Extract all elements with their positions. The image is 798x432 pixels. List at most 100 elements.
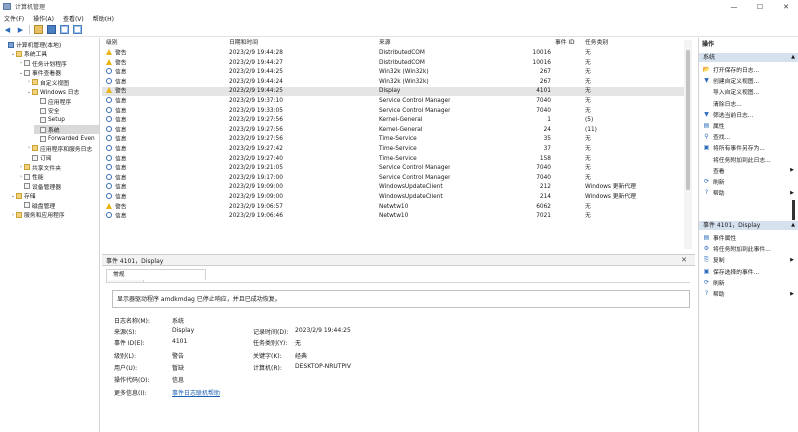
event-level: 信息 [106, 145, 127, 154]
event-level: 信息 [106, 125, 127, 135]
action-item[interactable]: 将任务附加到此日志... [699, 154, 798, 165]
scrollbar-thumb[interactable] [686, 50, 690, 190]
action-item[interactable]: 查看 ▶ [699, 165, 798, 176]
action-item[interactable]: ▣ 将所有事件另存为... [699, 142, 798, 153]
tree-item[interactable]: 安全 [34, 106, 99, 115]
maximize-button[interactable]: ☐ [748, 0, 772, 13]
event-row[interactable]: 信息 2023/2/9 19:33:05 Service Control Manag… [102, 106, 684, 116]
tree-item[interactable]: 系统 [34, 125, 99, 135]
tree-item[interactable]: 订阅 [26, 153, 99, 162]
column-header-task-category[interactable]: 任务类别 [585, 38, 608, 48]
action-item[interactable]: ▼ 筛选当前日志... [699, 109, 798, 120]
event-row[interactable]: 信息 2023/2/9 19:21:05 Service Control Manag… [102, 164, 684, 173]
column-header-datetime[interactable]: 日期和时间 [229, 38, 258, 48]
action-item[interactable]: ? 帮助 ▶ [699, 288, 798, 299]
event-id: 158 [539, 155, 551, 162]
action-item[interactable]: ▼ 创建自定义视图... [699, 75, 798, 86]
event-category: 无 [585, 203, 591, 210]
menu-file[interactable]: 文件(F) [4, 14, 24, 23]
tree-item[interactable]: 设备管理器 [18, 182, 99, 191]
event-row[interactable]: 信息 2023/2/9 19:27:56 Time-Service 35 无 [102, 135, 684, 144]
tree-item[interactable]: ⌄ 系统工具 [10, 49, 99, 58]
action-label: 清除日志... [713, 101, 742, 108]
event-row[interactable]: 信息 2023/2/9 19:37:10 Service Control Manag… [102, 97, 684, 106]
event-row[interactable]: 信息 2023/2/9 19:06:46 Netwtw10 7021 无 [102, 212, 684, 221]
info-icon [106, 193, 112, 199]
close-detail-icon[interactable]: ✕ [681, 256, 687, 264]
tree-item-label: 存储 [24, 194, 36, 201]
action-item[interactable]: ⟳ 刷新 [699, 277, 798, 288]
collapse-up-icon[interactable]: ▲ [791, 53, 795, 62]
tab-general[interactable]: 常规 [106, 269, 206, 280]
event-row[interactable]: 信息 2023/2/9 19:27:42 Time-Service 37 无 [102, 145, 684, 154]
help-pane-icon[interactable] [60, 25, 69, 34]
event-row[interactable]: 警告 2023/2/9 19:44:28 DistributedCOM 10016 无 [102, 49, 684, 58]
event-list: 级别 日期和时间 来源 事件 ID 任务类别 警告 2023/2/9 19:44:… [102, 38, 695, 251]
action-item[interactable]: 导入自定义视图... [699, 86, 798, 97]
tree-item[interactable]: Forwarded Even [34, 135, 99, 144]
action-item[interactable]: ⚲ 查找... [699, 131, 798, 142]
pane-resize-handle[interactable] [792, 200, 795, 220]
tree-item[interactable]: › 性能 [18, 172, 99, 181]
collapse-up-icon[interactable]: ▲ [791, 221, 795, 230]
event-row[interactable]: 信息 2023/2/9 19:17:00 Service Control Manag… [102, 173, 684, 183]
action-label: 导入自定义视图... [713, 90, 760, 97]
warning-icon [106, 87, 112, 94]
minimize-button[interactable]: — [722, 0, 746, 13]
warning-icon [106, 202, 112, 209]
actions-section-system[interactable]: 系统 ▲ [699, 53, 798, 62]
event-row[interactable]: 信息 2023/2/9 19:27:56 Kernel-General 24 (11) [102, 125, 684, 135]
action-item[interactable]: ▤ 属性 [699, 120, 798, 131]
tree-item[interactable]: ⌄ 存储 [10, 191, 99, 201]
show-action-pane-icon[interactable] [73, 25, 82, 34]
tree-item[interactable]: 应用程序 [34, 97, 99, 106]
event-row[interactable]: 警告 2023/2/9 19:44:25 Display 4101 无 [102, 87, 684, 97]
event-row[interactable]: 警告 2023/2/9 19:44:27 DistributedCOM 10016 无 [102, 58, 684, 68]
forward-arrow-icon[interactable]: ▶ [16, 25, 25, 34]
up-folder-icon[interactable] [34, 25, 43, 34]
tree-item[interactable]: 磁盘管理 [18, 201, 99, 210]
event-level-label: 信息 [115, 98, 127, 105]
event-list-scrollbar[interactable] [684, 40, 692, 249]
event-row[interactable]: 信息 2023/2/9 19:27:40 Time-Service 158 无 [102, 154, 684, 164]
show-hide-tree-icon[interactable] [47, 25, 56, 34]
action-item[interactable]: ▤ 事件属性 [699, 232, 798, 243]
column-header-level[interactable]: 级别 [106, 38, 118, 48]
tree-item[interactable]: 计算机管理(本地) [2, 40, 99, 49]
action-item[interactable]: 清除日志... [699, 98, 798, 109]
tree-item[interactable]: › 任务计划程序 [18, 59, 99, 68]
column-header-event-id[interactable]: 事件 ID [555, 38, 575, 48]
event-id: 212 [539, 184, 551, 191]
action-item[interactable]: ⚙ 将任务附加到此事件... [699, 243, 798, 254]
action-item[interactable]: ⟳ 刷新 [699, 176, 798, 187]
action-item[interactable]: ⎘ 复制 ▶ [699, 254, 798, 265]
event-log-online-help-link[interactable]: 事件日志联机帮助 [172, 388, 220, 397]
tree-item[interactable]: ⌄ 事件查看器 [18, 68, 99, 77]
event-id: 267 [539, 69, 551, 76]
action-item[interactable]: ? 帮助 ▶ [699, 187, 798, 198]
tree-item[interactable]: › 共享文件夹 [18, 163, 99, 172]
tree-item[interactable]: › 自定义视图 [26, 78, 99, 87]
event-row[interactable]: 信息 2023/2/9 19:44:24 Win32k (Win32k) 267 无 [102, 77, 684, 87]
event-level-label: 信息 [115, 213, 127, 220]
tree-item[interactable]: ⌄ Windows 日志 [26, 87, 99, 96]
tree-item[interactable]: › 应用程序和服务日志 [26, 144, 99, 153]
column-header-source[interactable]: 来源 [379, 38, 391, 48]
event-row[interactable]: 信息 2023/2/9 19:09:00 WindowsUpdateClient 21… [102, 193, 684, 202]
event-row[interactable]: 警告 2023/2/9 19:06:57 Netwtw10 6062 无 [102, 202, 684, 212]
action-item[interactable]: 📂 打开保存的日志... [699, 64, 798, 75]
menu-view[interactable]: 查看(V) [63, 14, 84, 23]
log-icon [40, 136, 46, 142]
menu-help[interactable]: 帮助(H) [93, 14, 114, 23]
menu-action[interactable]: 操作(A) [33, 14, 54, 23]
close-button[interactable]: ✕ [774, 0, 798, 13]
action-item[interactable]: ▣ 保存选择的事件... [699, 266, 798, 277]
log-icon [24, 202, 30, 209]
tree-item[interactable]: Setup [34, 116, 99, 125]
event-row[interactable]: 信息 2023/2/9 19:27:56 Kernel-General 1 (5) [102, 116, 684, 125]
event-row[interactable]: 信息 2023/2/9 19:44:25 Win32k (Win32k) 267 无 [102, 68, 684, 77]
back-arrow-icon[interactable]: ◀ [3, 25, 12, 34]
event-row[interactable]: 信息 2023/2/9 19:09:00 WindowsUpdateClient 21… [102, 183, 684, 192]
actions-section-event[interactable]: 事件 4101，Display ▲ [699, 221, 798, 230]
tree-item[interactable]: › 服务和应用程序 [10, 210, 99, 219]
